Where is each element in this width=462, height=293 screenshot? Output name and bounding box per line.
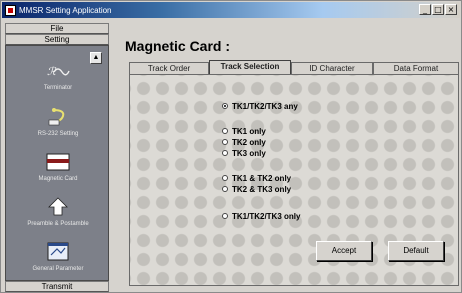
tab-track-selection[interactable]: Track Selection	[209, 60, 291, 74]
app-window: MMSR Setting Application _ □ × File Sett…	[0, 0, 462, 293]
option-tk1-tk2-tk3-any[interactable]: TK1/TK2/TK3 any	[222, 101, 298, 111]
sidebar-item-label: Preamble & Postamble	[27, 221, 89, 227]
tab-bar: Track Order Track Selection ID Character…	[129, 60, 459, 74]
radio-button[interactable]	[222, 213, 228, 219]
general-parameter-icon	[45, 241, 71, 263]
sidebar: File Setting ▲ ℛ Terminator RS-232 Setti…	[5, 23, 109, 292]
default-button[interactable]: Default	[388, 241, 444, 261]
option-tk2-only[interactable]: TK2 only	[222, 137, 266, 147]
preamble-arrow-icon	[45, 196, 71, 218]
page-title: Magnetic Card :	[125, 38, 231, 54]
option-label: TK2 only	[232, 137, 266, 147]
tab-id-character[interactable]: ID Character	[291, 62, 373, 74]
sidebar-item-label: RS-232 Setting	[37, 131, 79, 137]
sidebar-setting-panel: ▲ ℛ Terminator RS-232 Setting Magnetic C…	[5, 45, 109, 281]
svg-text:ℛ: ℛ	[47, 65, 57, 78]
sidebar-item-magnetic-card[interactable]: Magnetic Card	[6, 151, 110, 182]
rs232-cable-icon	[45, 106, 71, 128]
window-title: MMSR Setting Application	[19, 5, 112, 15]
option-tk2-tk3-only[interactable]: TK2 & TK3 only	[222, 184, 291, 194]
option-tk1-tk2-only[interactable]: TK1 & TK2 only	[222, 173, 291, 183]
sidebar-item-label: Magnetic Card	[38, 176, 78, 182]
option-label: TK1 & TK2 only	[232, 173, 292, 183]
tab-track-order[interactable]: Track Order	[129, 62, 209, 74]
radio-button[interactable]	[222, 150, 228, 156]
app-icon	[5, 4, 16, 16]
minimize-button[interactable]: _	[419, 4, 431, 15]
title-bar[interactable]: MMSR Setting Application _ □ ×	[2, 2, 460, 18]
sidebar-item-rs232[interactable]: RS-232 Setting	[6, 106, 110, 137]
radio-button[interactable]	[222, 128, 228, 134]
option-tk1-only[interactable]: TK1 only	[222, 126, 266, 136]
sidebar-file-header[interactable]: File	[5, 23, 109, 34]
option-label: TK1/TK2/TK3 only	[232, 211, 301, 221]
window-controls: _ □ ×	[419, 4, 457, 15]
close-button[interactable]: ×	[445, 4, 457, 15]
sidebar-item-preamble-postamble[interactable]: Preamble & Postamble	[6, 196, 110, 227]
magnetic-card-icon	[45, 151, 71, 173]
option-label: TK1/TK2/TK3 any	[232, 101, 298, 111]
radio-button[interactable]	[222, 139, 228, 145]
sidebar-transmit-header[interactable]: Transmit	[5, 281, 109, 292]
terminator-icon: ℛ	[45, 60, 71, 82]
option-tk3-only[interactable]: TK3 only	[222, 148, 266, 158]
sidebar-item-label: Terminator	[43, 85, 73, 91]
sidebar-item-label: General Parameter	[32, 266, 84, 272]
sidebar-item-terminator[interactable]: ℛ Terminator	[6, 60, 110, 91]
radio-button[interactable]	[222, 186, 228, 192]
option-label: TK2 & TK3 only	[232, 184, 292, 194]
option-label: TK3 only	[232, 148, 266, 158]
option-label: TK1 only	[232, 126, 266, 136]
radio-button[interactable]	[222, 103, 228, 109]
tab-data-format[interactable]: Data Format	[373, 62, 459, 74]
sidebar-setting-header[interactable]: Setting	[5, 34, 109, 45]
sidebar-item-general-parameter[interactable]: General Parameter	[6, 241, 110, 272]
option-tk1-tk2-tk3-only[interactable]: TK1/TK2/TK3 only	[222, 211, 300, 221]
maximize-button[interactable]: □	[432, 4, 444, 15]
accept-button[interactable]: Accept	[316, 241, 372, 261]
radio-button[interactable]	[222, 175, 228, 181]
